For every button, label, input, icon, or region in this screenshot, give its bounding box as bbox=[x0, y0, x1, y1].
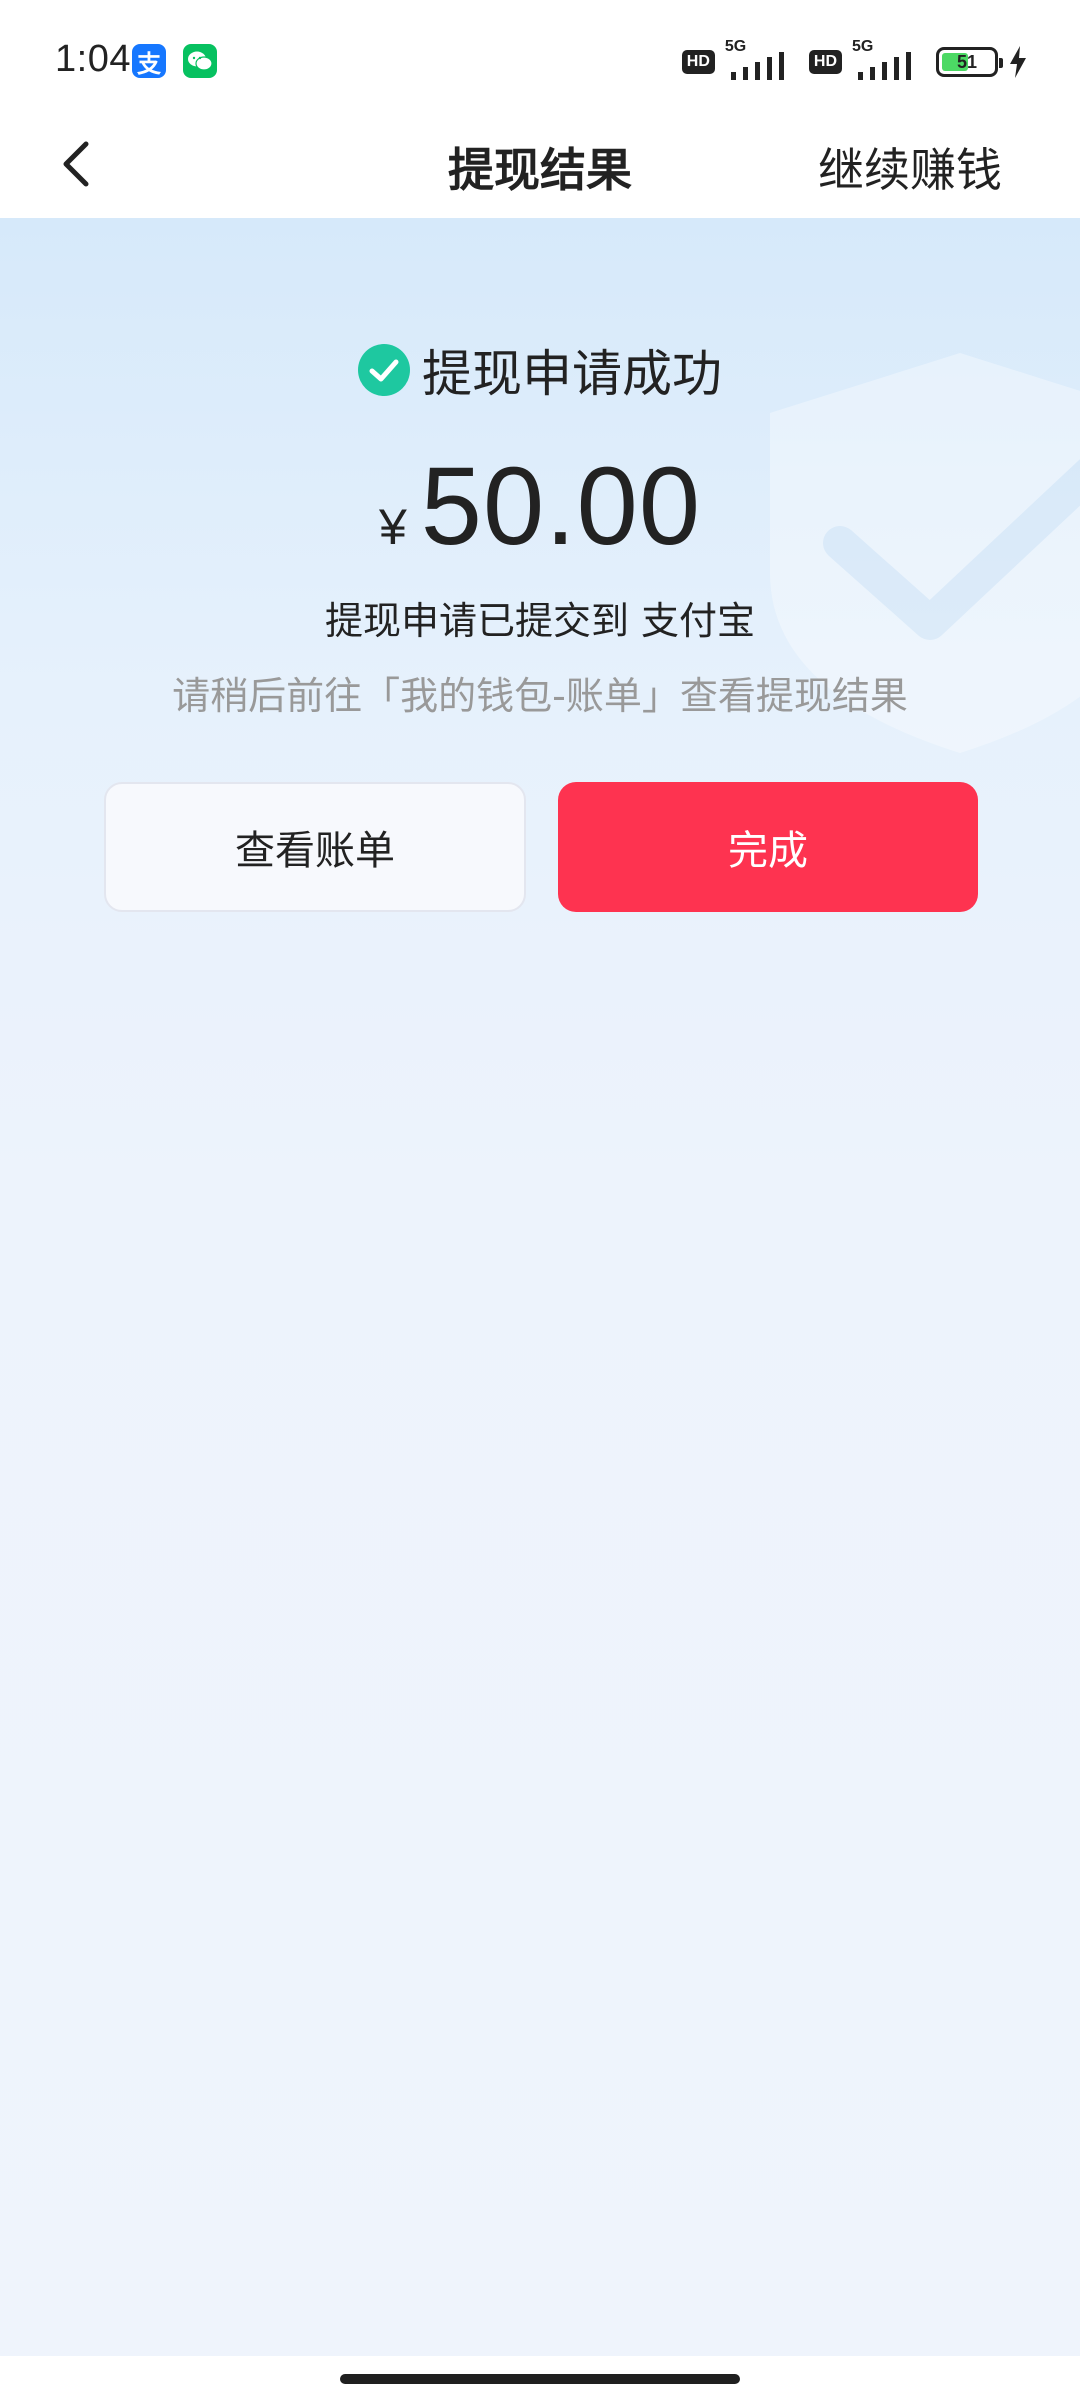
status-time: 1:04 bbox=[55, 38, 131, 80]
result-status: 提现申请成功 bbox=[0, 334, 1080, 406]
check-result-hint: 请稍后前往「我的钱包-账单」查看提现结果 bbox=[172, 674, 908, 718]
view-bill-button[interactable]: 查看账单 bbox=[104, 782, 526, 912]
battery-icon: 51 bbox=[936, 47, 1003, 77]
alipay-glyph: 支 bbox=[137, 49, 161, 78]
continue-earning-link[interactable]: 继续赚钱 bbox=[818, 134, 1002, 200]
status-indicators: HD 5G HD 5G 51 bbox=[681, 38, 1028, 84]
withdraw-result-panel: 提现申请成功 ¥ 50.00 提现申请已提交到 支付宝 请稍后前往「我的钱包-账… bbox=[0, 218, 1080, 2356]
status-bar: 1:04 支 HD 5G HD 5G 51 bbox=[0, 0, 1080, 120]
wechat-icon bbox=[183, 44, 217, 78]
currency-symbol: ¥ bbox=[378, 499, 407, 555]
withdraw-amount: ¥ 50.00 bbox=[0, 443, 1080, 570]
hd-badge: HD bbox=[681, 50, 715, 74]
signal-icon-2: 5G bbox=[852, 38, 920, 84]
submitted-description: 提现申请已提交到 支付宝 bbox=[324, 599, 756, 643]
nav-bar: 提现结果 继续赚钱 bbox=[0, 120, 1080, 218]
home-indicator[interactable] bbox=[340, 2374, 740, 2384]
gesture-bar bbox=[0, 2356, 1080, 2400]
signal-bars-icon bbox=[730, 52, 784, 80]
status-text: 提现申请成功 bbox=[422, 345, 722, 403]
check-circle-icon bbox=[358, 344, 410, 396]
alipay-icon: 支 bbox=[132, 44, 166, 78]
battery-percent: 51 bbox=[956, 51, 978, 72]
signal-bars-icon-2 bbox=[858, 52, 911, 80]
amount-value: 50.00 bbox=[420, 445, 702, 568]
wechat-bubbles bbox=[188, 51, 213, 71]
hd-badge-2: HD bbox=[808, 50, 842, 74]
lightning-icon bbox=[1010, 46, 1026, 78]
done-button[interactable]: 完成 bbox=[558, 782, 978, 912]
signal-icon: 5G bbox=[725, 38, 793, 84]
